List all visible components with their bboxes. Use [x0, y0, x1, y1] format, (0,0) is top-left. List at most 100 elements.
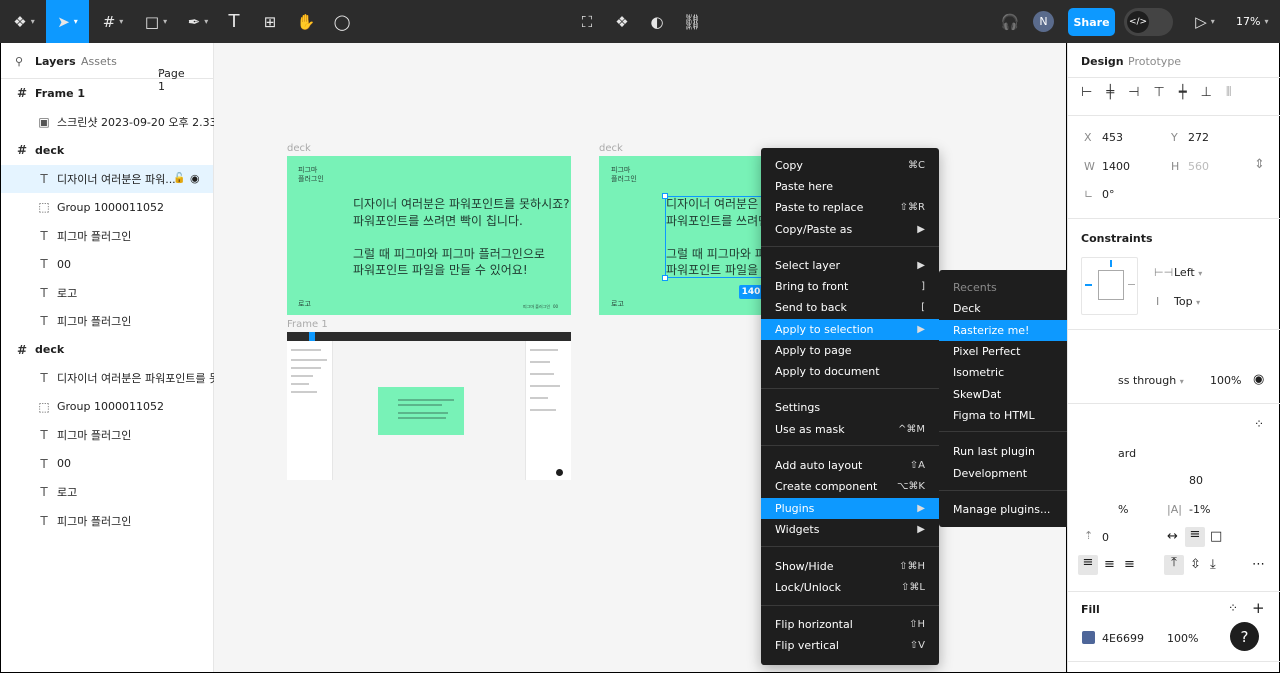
constrain-proportions-icon[interactable]: ⇕: [1254, 157, 1265, 172]
letter-spacing-field[interactable]: -1%: [1189, 503, 1210, 516]
frame-label-frame1[interactable]: Frame 1: [287, 319, 328, 330]
pen-tool-button[interactable]: ✒ ▾: [182, 0, 214, 43]
auto-height-icon[interactable]: ≡: [1185, 527, 1205, 547]
menu-item[interactable]: Paste to replace ⇧⌘R: [761, 197, 939, 218]
align-left-icon[interactable]: ⊢: [1081, 85, 1092, 103]
constraint-vertical-select[interactable]: Top ▾: [1174, 295, 1200, 308]
menu-item[interactable]: Select layer ▶: [761, 255, 939, 276]
layer-row[interactable]: T 피그마 플러그인: [1, 222, 213, 250]
align-right-icon[interactable]: ⊣: [1128, 85, 1139, 103]
text-align-right-icon[interactable]: ≡: [1124, 557, 1135, 572]
text-style-grid-icon[interactable]: ⁘: [1254, 417, 1264, 431]
menu-item[interactable]: Show/Hide ⇧⌘H: [761, 556, 939, 577]
tab-design[interactable]: Design: [1081, 55, 1124, 68]
unlock-icon[interactable]: 🔓: [173, 173, 185, 184]
layer-row[interactable]: T 로고: [1, 478, 213, 506]
distribute-icon[interactable]: ⫴: [1226, 85, 1231, 103]
eye-icon[interactable]: ◉: [1253, 372, 1264, 387]
share-button[interactable]: Share: [1068, 8, 1115, 36]
layer-row[interactable]: T 피그마 플러그인: [1, 307, 213, 335]
align-center-h-icon[interactable]: ╪: [1106, 85, 1114, 103]
tab-layers[interactable]: Layers: [35, 55, 76, 68]
align-top-icon[interactable]: ⊤: [1153, 85, 1164, 103]
text-tool-button[interactable]: T: [222, 0, 246, 43]
menu-item[interactable]: Copy ⌘C: [761, 155, 939, 176]
line-height-field[interactable]: 80: [1189, 474, 1203, 487]
menu-item[interactable]: Widgets ▶: [761, 519, 939, 540]
tab-prototype[interactable]: Prototype: [1128, 55, 1181, 68]
layer-row[interactable]: ▣ 스크린샷 2023-09-20 오후 2.33 1: [1, 108, 227, 136]
search-icon[interactable]: ⚲: [15, 55, 23, 68]
y-field[interactable]: 272: [1188, 131, 1209, 144]
menu-item[interactable]: Create component ⌥⌘K: [761, 476, 939, 497]
blend-mode-select[interactable]: ss through ▾: [1118, 374, 1184, 387]
link-button[interactable]: ⛓: [680, 0, 704, 43]
menu-item[interactable]: Apply to document: [761, 361, 939, 382]
zoom-menu[interactable]: 17% ▾: [1236, 0, 1268, 43]
layer-row[interactable]: # Frame 1: [1, 79, 213, 107]
auto-width-icon[interactable]: ↔: [1167, 529, 1178, 544]
menu-item[interactable]: Apply to selection ▶: [761, 319, 939, 340]
menu-item[interactable]: Bring to front]: [761, 276, 939, 297]
dev-mode-toggle[interactable]: </>: [1124, 8, 1173, 36]
main-menu-button[interactable]: ❖ ▾: [8, 0, 40, 43]
present-button[interactable]: ▷ ▾: [1189, 0, 1221, 43]
h-field[interactable]: 560: [1188, 160, 1209, 173]
menu-item[interactable]: Copy/Paste as ▶: [761, 219, 939, 240]
screenshot-frame[interactable]: [287, 332, 571, 480]
frame-label-deck[interactable]: deck: [287, 143, 311, 154]
comment-tool-button[interactable]: ◯: [330, 0, 354, 43]
align-middle-v-icon[interactable]: ┿: [1179, 85, 1187, 103]
layer-row[interactable]: # deck: [1, 136, 213, 164]
menu-item[interactable]: Add auto layout ⇧A: [761, 455, 939, 476]
fill-opacity-field[interactable]: 100%: [1167, 632, 1198, 645]
menu-item[interactable]: Plugins ▶: [761, 498, 939, 519]
frame-label-deck-2[interactable]: deck: [599, 143, 623, 154]
menu-item[interactable]: Apply to page: [761, 340, 939, 361]
hand-tool-button[interactable]: ✋: [294, 0, 318, 43]
align-bottom-icon[interactable]: ⊥: [1201, 85, 1212, 103]
move-tool-button[interactable]: ➤ ▾: [46, 0, 89, 43]
menu-item[interactable]: Use as mask ^⌘M: [761, 419, 939, 440]
add-fill-icon[interactable]: +: [1252, 599, 1265, 617]
rotation-field[interactable]: 0°: [1102, 188, 1115, 201]
fixed-size-icon[interactable]: □: [1210, 529, 1222, 544]
resize-handle[interactable]: [662, 275, 668, 281]
align-middle-text-icon[interactable]: ⇳: [1190, 557, 1201, 572]
deck-slide-2[interactable]: 피그마 플러그인 디자이너 여러분은 파워포인트를 못하시죠? 파워포인트를 쓰…: [599, 156, 769, 315]
avatar[interactable]: N: [1033, 11, 1054, 32]
frame-tool-button[interactable]: # ▾: [98, 0, 128, 43]
menu-item[interactable]: Paste here: [761, 176, 939, 197]
help-button[interactable]: ?: [1230, 622, 1259, 651]
w-field[interactable]: 1400: [1102, 160, 1130, 173]
paragraph-spacing-field[interactable]: %: [1118, 503, 1128, 516]
mask-button[interactable]: ◐: [645, 0, 669, 43]
tab-assets[interactable]: Assets: [81, 55, 117, 68]
menu-item[interactable]: Send to back [: [761, 297, 939, 318]
frame-selection-button[interactable]: ⛶: [575, 0, 599, 43]
menu-item[interactable]: Lock/Unlock ⇧⌘L: [761, 577, 939, 598]
menu-item[interactable]: Flip vertical ⇧V: [761, 635, 939, 656]
shape-tool-button[interactable]: □ ▾: [140, 0, 172, 43]
menu-item[interactable]: Settings: [761, 397, 939, 418]
layer-row[interactable]: ⬚ Group 1000011052: [1, 193, 213, 221]
layer-row[interactable]: T 피그마 플러그인: [1, 421, 213, 449]
menu-item[interactable]: Flip horizontal ⇧H: [761, 614, 939, 635]
text-align-left-icon[interactable]: ≡: [1078, 555, 1098, 575]
x-field[interactable]: 453: [1102, 131, 1123, 144]
paragraph-indent-field[interactable]: 0: [1102, 531, 1109, 544]
fill-hex-field[interactable]: 4E6699: [1102, 632, 1144, 645]
layer-row[interactable]: ⬚ Group 1000011052: [1, 393, 213, 421]
align-bottom-text-icon[interactable]: ⤓: [1210, 557, 1216, 572]
layer-row[interactable]: T 피그마 플러그인: [1, 507, 213, 535]
component-button[interactable]: ❖: [610, 0, 634, 43]
text-align-center-icon[interactable]: ≡: [1104, 557, 1115, 572]
eye-icon[interactable]: ◉: [190, 172, 200, 185]
more-options-icon[interactable]: ⋯: [1252, 557, 1265, 572]
layer-row[interactable]: T 00: [1, 250, 213, 278]
resources-button[interactable]: ⊞: [258, 0, 282, 43]
layer-row[interactable]: T 디자이너 여러분은 파워... 🔓 ◉: [1, 164, 213, 193]
layer-row[interactable]: T 00: [1, 450, 213, 478]
fill-styles-icon[interactable]: ⁘: [1228, 601, 1238, 615]
constraint-horizontal-select[interactable]: Left ▾: [1174, 266, 1202, 279]
